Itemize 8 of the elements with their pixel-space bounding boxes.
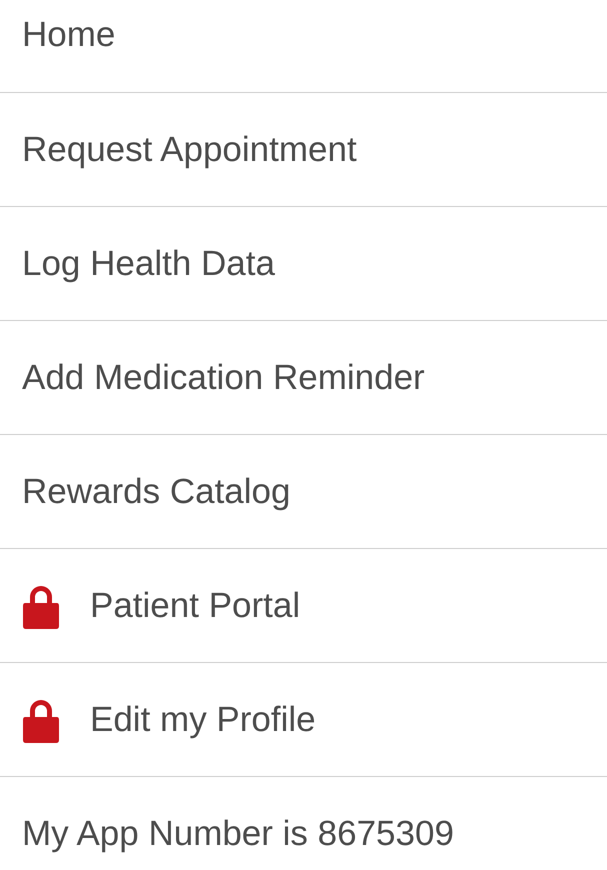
menu-link[interactable]: My App Number is 8675309	[22, 814, 454, 854]
menu-link[interactable]: Patient Portal	[90, 586, 300, 626]
menu-link[interactable]: Add Medication Reminder	[22, 358, 425, 398]
menu-link[interactable]: Home	[22, 15, 116, 55]
menu-link[interactable]: Rewards Catalog	[22, 472, 290, 512]
menu-link[interactable]: Log Health Data	[22, 244, 275, 284]
menu-link[interactable]: Request Appointment	[22, 130, 357, 170]
menu-link[interactable]: Edit my Profile	[90, 700, 316, 740]
